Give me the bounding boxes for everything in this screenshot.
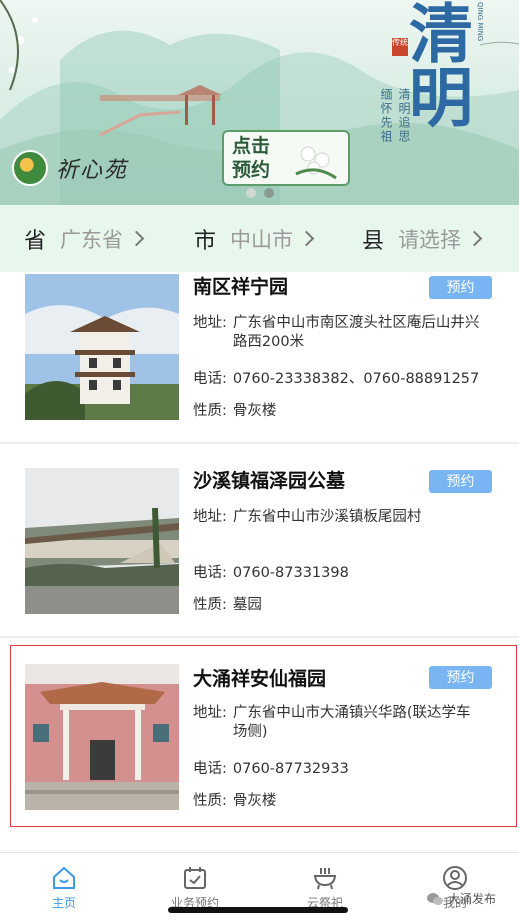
tab-home-label: 主页 xyxy=(51,896,76,910)
type-row: 性质: 骨灰楼 xyxy=(193,402,276,421)
cemetery-card[interactable]: 沙溪镇福泽园公墓 预约 地址: 广东省中山市沙溪镇板尾园村 电话: 0760-8… xyxy=(0,444,519,636)
tab-home[interactable]: 主页 xyxy=(24,865,104,911)
brand: 祈心苑 xyxy=(12,150,128,186)
cemetery-photo xyxy=(25,468,179,614)
province-value: 广东省 xyxy=(60,227,124,252)
watermark: 大涌发布 xyxy=(426,890,496,907)
address-label: 地址: xyxy=(193,509,227,525)
cemetery-name: 南区祥宁园 xyxy=(193,276,289,298)
type-row: 性质: 墓园 xyxy=(193,596,262,615)
carousel-dot[interactable] xyxy=(245,188,256,198)
wechat-icon xyxy=(427,892,443,905)
brand-name: 祈心苑 xyxy=(56,158,129,183)
address-row: 地址: 广东省中山市沙溪镇板尾园村 xyxy=(193,508,481,527)
festival-title: 清明 xyxy=(398,0,473,128)
county-label: 县 xyxy=(362,228,385,254)
cemetery-card[interactable]: 南区祥宁园 预约 地址: 广东省中山市南区渡头社区庵后山井兴路西200米 电话:… xyxy=(0,272,519,442)
incense-burner-icon xyxy=(313,868,337,890)
address-value: 广东省中山市沙溪镇板尾园村 xyxy=(232,509,422,525)
book-now-text: 点击预约 xyxy=(232,135,271,181)
calendar-icon xyxy=(184,867,206,889)
region-selector: 省 广东省 市 中山市 县 请选择 xyxy=(0,205,519,272)
selection-highlight xyxy=(10,645,517,827)
couplet-left: 缅怀先祖 xyxy=(379,88,393,144)
carousel-dots xyxy=(0,188,519,198)
city-value: 中山市 xyxy=(230,227,294,252)
province-label: 省 xyxy=(24,228,47,254)
city-selector[interactable]: 市 中山市 xyxy=(194,205,315,272)
county-selector[interactable]: 县 请选择 xyxy=(362,205,483,272)
tab-booking[interactable]: 业务预约 xyxy=(155,865,235,911)
province-selector[interactable]: 省 广东省 xyxy=(24,205,145,272)
flowers-icon xyxy=(295,146,337,180)
chevron-right-icon xyxy=(466,230,483,247)
type-label: 性质: xyxy=(193,403,227,419)
type-value: 墓园 xyxy=(232,597,262,613)
tab-cloud[interactable]: 云祭祀 xyxy=(285,865,365,911)
user-icon xyxy=(443,866,467,890)
phone-row: 电话: 0760-23338382、0760-88891257 xyxy=(193,370,479,389)
address-value: 广东省中山市南区渡头社区庵后山井兴路西200米 xyxy=(232,315,480,350)
phone-label: 电话: xyxy=(193,565,227,581)
chevron-right-icon xyxy=(128,230,145,247)
address-label: 地址: xyxy=(193,315,227,331)
address-row: 地址: 广东省中山市南区渡头社区庵后山井兴路西200米 xyxy=(193,314,481,352)
phone-value[interactable]: 0760-87331398 xyxy=(233,564,349,583)
book-now-banner-button[interactable]: 点击预约 xyxy=(222,130,350,186)
home-indicator[interactable] xyxy=(168,907,348,913)
county-value: 请选择 xyxy=(398,227,462,252)
book-button[interactable]: 预约 xyxy=(429,470,492,493)
city-label: 市 xyxy=(194,228,217,254)
book-button[interactable]: 预约 xyxy=(429,276,492,299)
type-value: 骨灰楼 xyxy=(232,403,277,419)
home-icon xyxy=(53,866,75,889)
phone-label: 电话: xyxy=(193,371,227,387)
phone-row: 电话: 0760-87331398 xyxy=(193,564,349,583)
chevron-right-icon xyxy=(298,230,315,247)
cemetery-photo xyxy=(25,274,179,420)
cemetery-name: 沙溪镇福泽园公墓 xyxy=(193,470,346,492)
phone-value[interactable]: 0760-23338382、0760-88891257 xyxy=(233,370,479,389)
banner-carousel[interactable]: 缅怀先祖 清明追思 传统 清明 QING MING 祈心苑 点击预约 xyxy=(0,0,519,205)
festival-pinyin: QING MING xyxy=(476,2,484,42)
watermark-text: 大涌发布 xyxy=(448,892,497,906)
carousel-dot-active[interactable] xyxy=(263,188,274,198)
brand-logo-icon xyxy=(12,150,48,186)
type-label: 性质: xyxy=(193,597,227,613)
